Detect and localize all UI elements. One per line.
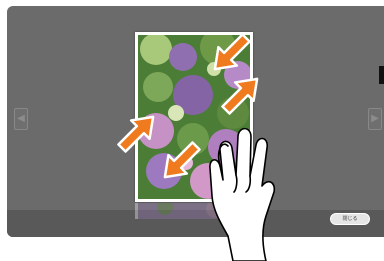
photo-reflection bbox=[135, 203, 253, 219]
chevron-left-icon: ◀ bbox=[17, 113, 25, 124]
chevron-right-icon: ▶ bbox=[371, 113, 379, 124]
next-photo-button[interactable]: ▶ bbox=[368, 108, 382, 130]
previous-photo-button[interactable]: ◀ bbox=[14, 108, 28, 130]
hydrangea-photo bbox=[138, 35, 250, 199]
photo-image bbox=[138, 35, 250, 199]
photo-frame[interactable] bbox=[135, 32, 253, 202]
edge-indicator bbox=[379, 66, 384, 84]
close-button[interactable]: 閉じる bbox=[330, 213, 370, 225]
